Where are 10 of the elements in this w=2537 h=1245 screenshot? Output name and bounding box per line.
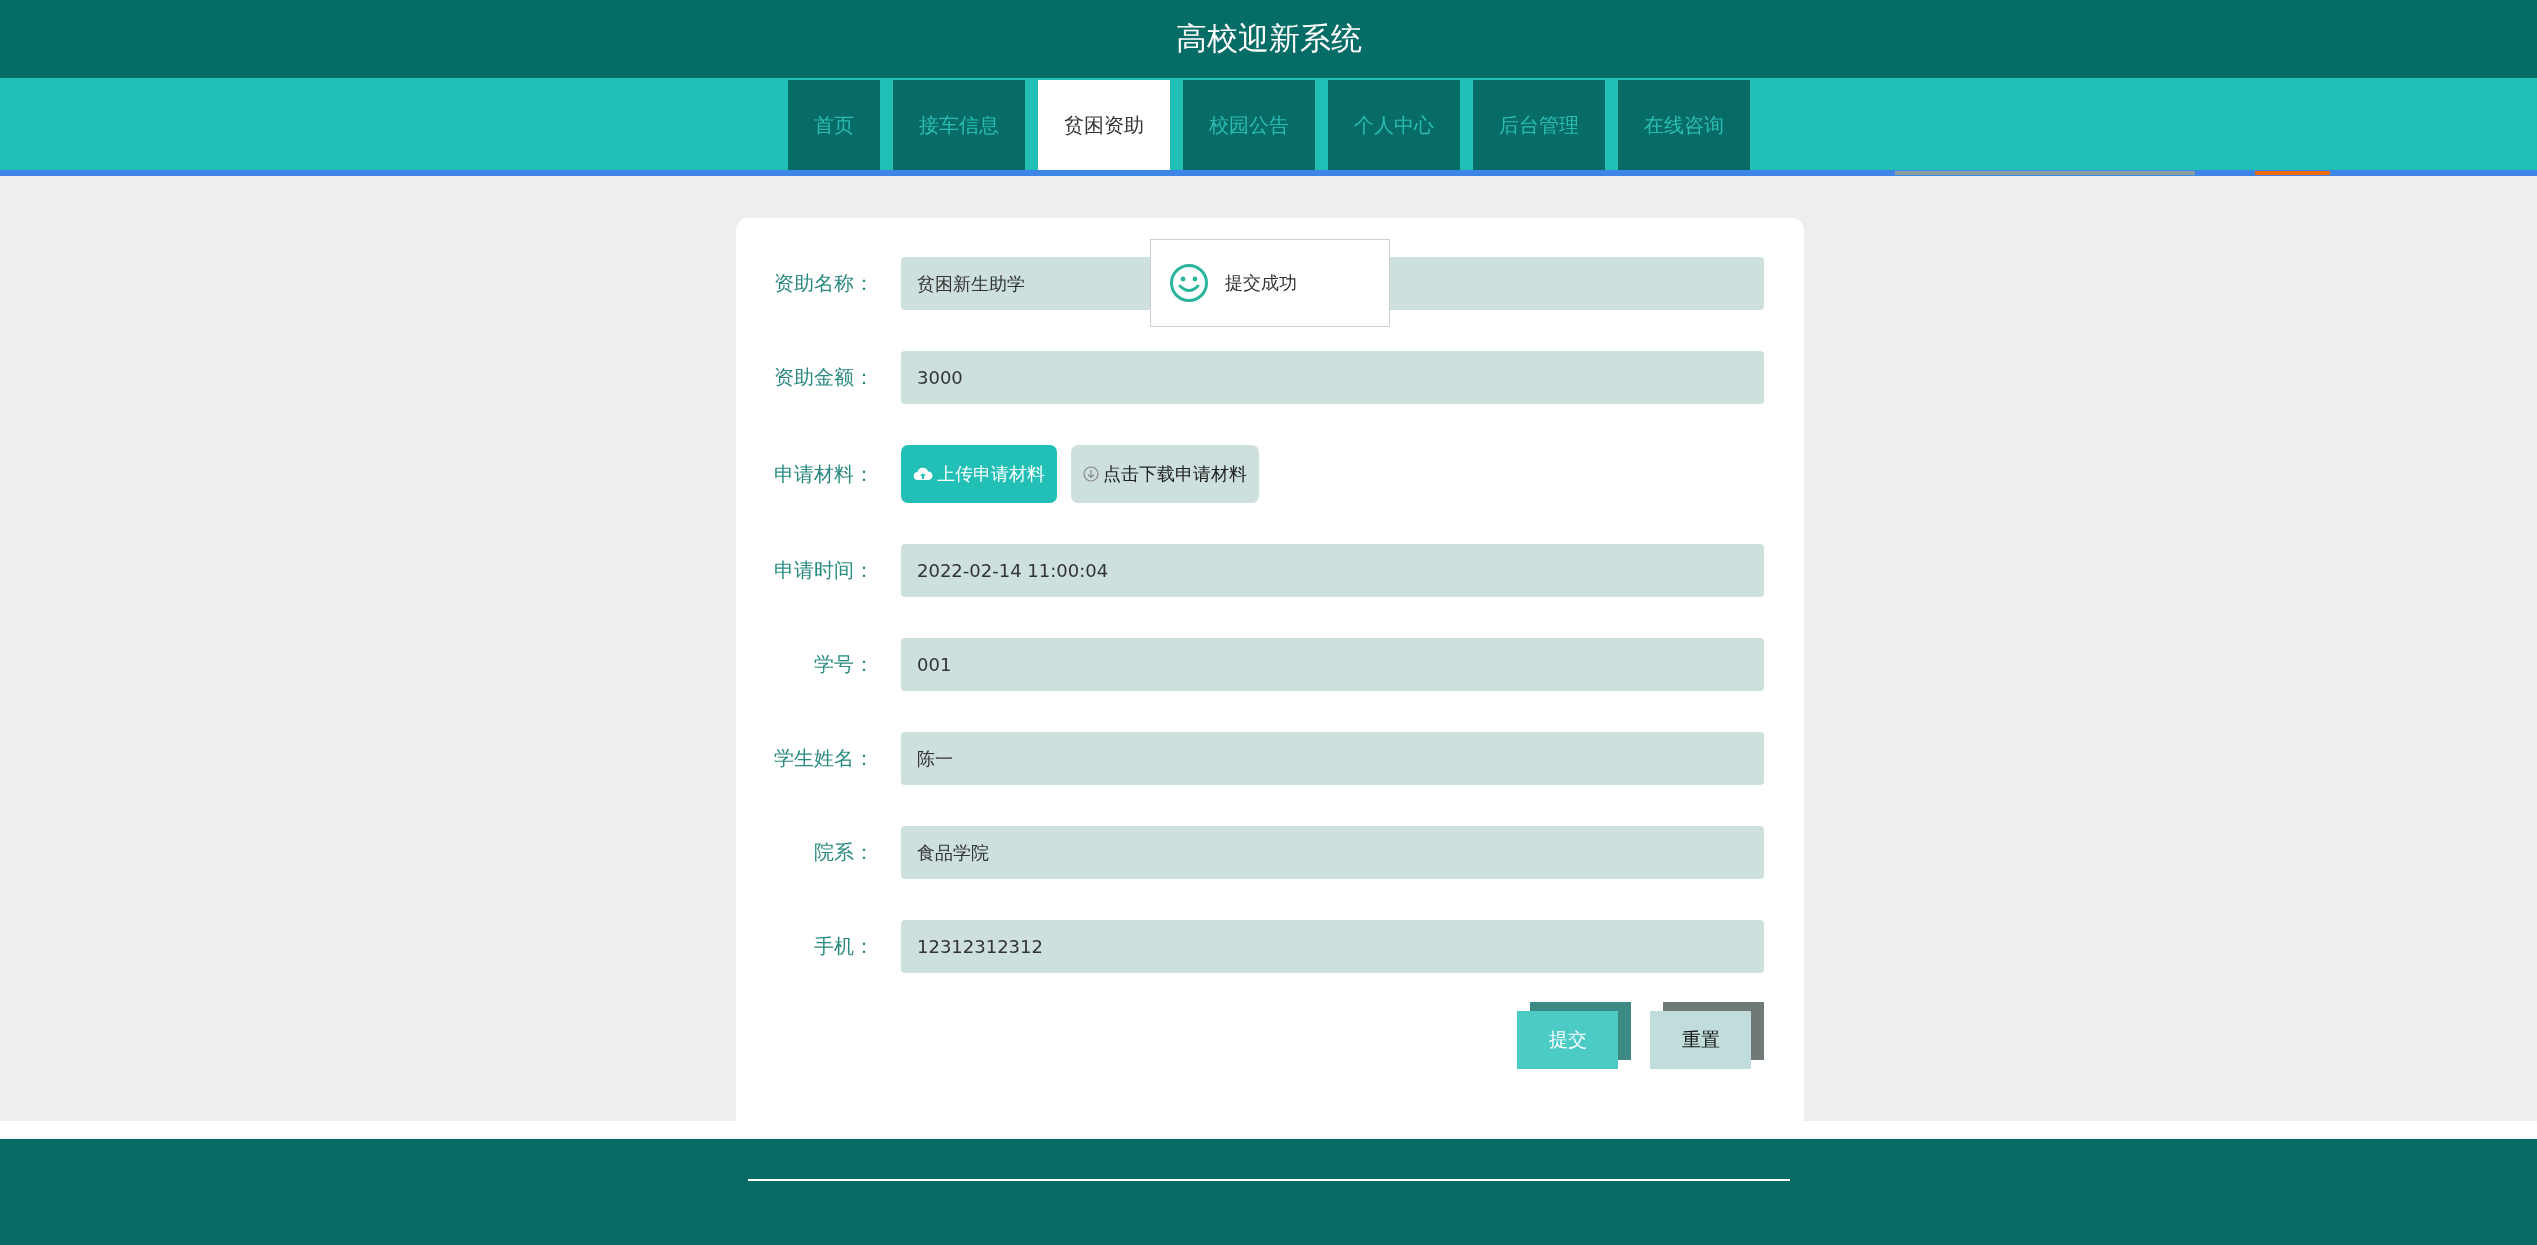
site-title: 高校迎新系统 (1175, 19, 1362, 58)
field-label: 院系： (813, 839, 874, 866)
field-label: 学号： (813, 651, 874, 678)
toast-text: 提交成功 (1225, 271, 1297, 295)
field-label: 申请时间： (773, 557, 874, 584)
field-label: 资助名称： (773, 270, 874, 297)
field-label: 手机： (813, 933, 874, 960)
field-label: 申请材料： (773, 460, 874, 488)
field-label: 资助金额： (773, 364, 874, 391)
field-label: 学生姓名： (773, 745, 874, 772)
